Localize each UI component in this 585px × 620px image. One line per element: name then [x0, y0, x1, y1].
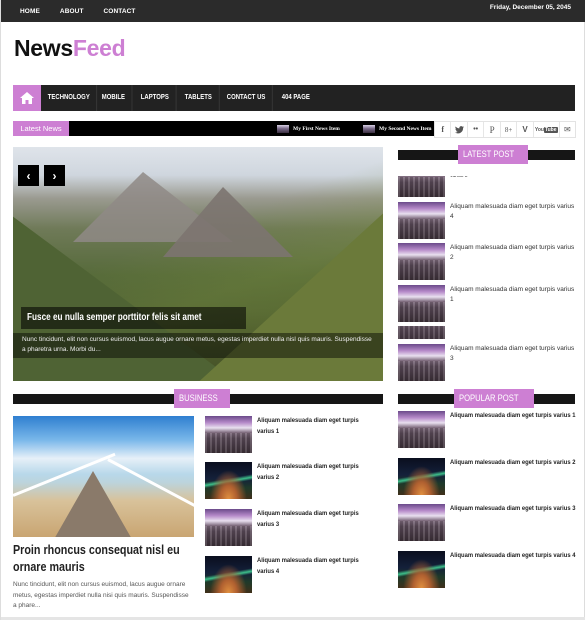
- post-title: Aliquam malesuada diam eget turpis variu…: [450, 552, 576, 559]
- post-thumbnail: [398, 504, 445, 541]
- nav-item-404-page[interactable]: 404 PAGE: [275, 85, 317, 111]
- latest-post-item[interactable]: varius 5: [398, 176, 578, 197]
- logo-part-feed: Feed: [72, 35, 126, 61]
- post-thumbnail: [398, 344, 445, 381]
- home-icon: [20, 92, 34, 104]
- ticker-thumb: [277, 124, 289, 133]
- nav-item-laptops[interactable]: LAPTOPS: [134, 85, 177, 111]
- post-title: Aliquam malesuada diam eget turpis variu…: [257, 557, 359, 575]
- nav-home-button[interactable]: [13, 85, 41, 111]
- nav-item-technology[interactable]: TECHNOLOGY: [41, 85, 98, 111]
- vimeo-icon[interactable]: V: [517, 122, 534, 137]
- pinterest-icon[interactable]: P: [484, 122, 501, 137]
- email-icon[interactable]: ✉: [560, 122, 575, 137]
- post-thumbnail: [398, 411, 445, 448]
- top-link-about[interactable]: ABOUT: [60, 8, 84, 15]
- post-title: Aliquam malesuada diam eget turpis variu…: [450, 505, 576, 512]
- post-title: Aliquam malesuada diam eget turpis variu…: [450, 244, 575, 261]
- latest-post-heading: LATEST POST: [458, 145, 529, 164]
- post-title: Aliquam malesuada diam eget turpis variu…: [257, 417, 359, 435]
- post-thumbnail: [398, 243, 445, 280]
- ticker-label: Latest News: [13, 121, 69, 136]
- post-title: varius 5: [450, 176, 468, 179]
- post-title: Aliquam malesuada diam eget turpis variu…: [257, 510, 359, 528]
- social-icons: f •• P 8+ V You Tube ✉: [434, 121, 576, 138]
- chevron-left-icon: ‹: [26, 168, 31, 183]
- post-thumbnail: [205, 416, 252, 453]
- main-nav: TECHNOLOGY MOBILE LAPTOPS TABLETS CONTAC…: [13, 85, 575, 111]
- latest-post-header: LATEST POST: [398, 145, 575, 164]
- logo-part-news: News: [14, 35, 73, 61]
- post-thumbnail: [398, 202, 445, 239]
- popular-post-header: POPULAR POST: [398, 389, 575, 408]
- news-ticker: Latest News My First News Item My Second…: [13, 121, 435, 136]
- current-date: Friday, December 05, 2045: [489, 4, 571, 11]
- post-title: Aliquam malesuada diam eget turpis variu…: [450, 286, 575, 303]
- post-thumbnail: [398, 551, 445, 588]
- slide-title[interactable]: Fusce eu nulla semper porttitor felis si…: [21, 307, 246, 329]
- top-bar: HOME ABOUT CONTACT Friday, December 05, …: [1, 0, 585, 22]
- post-thumbnail: [205, 556, 252, 593]
- slide-description: Nunc tincidunt, elit non cursus euismod,…: [13, 333, 383, 358]
- site-logo[interactable]: NewsFeed: [14, 35, 126, 62]
- nav-item-tablets[interactable]: TABLETS: [178, 85, 220, 111]
- post-thumbnail: [205, 462, 252, 499]
- post-title: Aliquam malesuada diam eget turpis variu…: [450, 345, 575, 362]
- ticker-item-title: My Second News Item: [379, 125, 432, 132]
- nav-item-contact-us[interactable]: CONTACT US: [220, 85, 274, 111]
- ticker-item-title: My First News Item: [293, 125, 340, 132]
- slide-image-shape: [163, 187, 293, 257]
- slider-prev-button[interactable]: ‹: [18, 165, 39, 186]
- ticker-thumb: [363, 124, 375, 133]
- featured-slider[interactable]: ‹ › Fusce eu nulla semper porttitor feli…: [13, 147, 383, 381]
- post-thumbnail: [398, 326, 445, 339]
- post-title: Aliquam malesuada diam eget turpis variu…: [257, 463, 359, 481]
- top-link-contact[interactable]: CONTACT: [104, 8, 136, 15]
- chevron-right-icon: ›: [52, 168, 57, 183]
- popular-post-heading: POPULAR POST: [454, 389, 535, 408]
- post-title: Aliquam malesuada diam eget turpis variu…: [450, 459, 576, 466]
- nav-item-mobile[interactable]: MOBILE: [95, 85, 133, 111]
- flickr-icon[interactable]: ••: [468, 122, 485, 137]
- pier-shape: [53, 471, 133, 537]
- business-main-image[interactable]: [13, 416, 194, 537]
- ticker-item[interactable]: My First News Item: [277, 121, 340, 136]
- facebook-icon[interactable]: f: [435, 122, 452, 137]
- post-thumbnail: [398, 285, 445, 322]
- business-main-title[interactable]: Proin rhoncus consequat nisl eu ornare m…: [13, 542, 198, 576]
- business-header: BUSINESS: [13, 389, 383, 408]
- post-title: Aliquam malesuada diam eget turpis variu…: [450, 412, 576, 419]
- latest-post-item[interactable]: [398, 326, 578, 339]
- post-thumbnail: [205, 509, 252, 546]
- twitter-icon[interactable]: [451, 122, 468, 137]
- ticker-item[interactable]: My Second News Item: [363, 121, 431, 136]
- google-plus-icon[interactable]: 8+: [501, 122, 518, 137]
- business-heading: BUSINESS: [174, 389, 230, 408]
- top-link-home[interactable]: HOME: [20, 8, 40, 15]
- post-title: Aliquam malesuada diam eget turpis variu…: [450, 203, 575, 220]
- slider-next-button[interactable]: ›: [44, 165, 65, 186]
- post-thumbnail: [398, 176, 445, 197]
- post-thumbnail: [398, 458, 445, 495]
- youtube-icon[interactable]: You Tube: [534, 122, 560, 137]
- top-links: HOME ABOUT CONTACT: [20, 0, 156, 22]
- business-main-description: Nunc tincidunt, elit non cursus euismod,…: [13, 581, 189, 609]
